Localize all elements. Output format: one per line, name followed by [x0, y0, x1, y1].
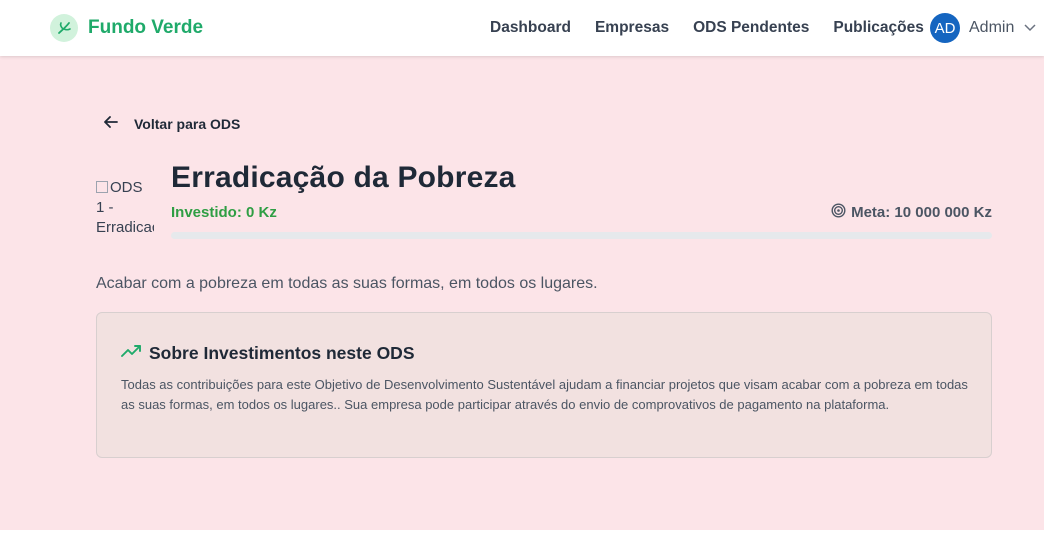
chevron-down-icon	[1024, 24, 1036, 32]
card-text: Todas as contribuições para este Objetiv…	[121, 377, 968, 412]
broken-image-icon	[96, 181, 108, 193]
target-icon	[831, 203, 846, 222]
top-navbar: Fundo Verde Dashboard Empresas ODS Pende…	[0, 0, 1044, 56]
brand-link[interactable]: Fundo Verde	[50, 14, 203, 42]
nav-ods-pendentes[interactable]: ODS Pendentes	[693, 19, 809, 37]
nav-empresas[interactable]: Empresas	[595, 19, 669, 37]
ods-image: ODS 1 - Erradicação da Pobreza	[96, 178, 154, 240]
arrow-left-icon	[104, 115, 118, 133]
nav-dashboard[interactable]: Dashboard	[490, 19, 571, 37]
user-menu[interactable]: AD Admin	[930, 13, 1036, 43]
card-title: Sobre Investimentos neste ODS	[149, 342, 415, 363]
goal-amount: Meta: 10 000 000 Kz	[831, 203, 992, 222]
leaf-icon	[50, 14, 78, 42]
goal-label: Meta: 10 000 000 Kz	[851, 204, 992, 221]
invested-amount: Investido: 0 Kz	[171, 204, 277, 221]
ods-description: Acabar com a pobreza em todas as suas fo…	[96, 275, 598, 292]
back-link-label: Voltar para ODS	[134, 116, 241, 132]
user-name: Admin	[969, 19, 1015, 36]
back-to-ods-link[interactable]: Voltar para ODS	[104, 116, 240, 132]
trending-up-icon	[121, 344, 142, 363]
investment-info-card: Sobre Investimentos neste ODS Todas as c…	[96, 312, 992, 458]
avatar: AD	[930, 13, 960, 43]
brand-name: Fundo Verde	[88, 17, 204, 38]
nav-publicacoes[interactable]: Publicações	[833, 19, 923, 37]
page-title: Erradicação da Pobreza	[171, 161, 516, 194]
main-content: Voltar para ODS ODS 1 - Erradicação da P…	[0, 56, 1044, 530]
investment-progress-bar	[171, 232, 992, 239]
main-nav: Dashboard Empresas ODS Pendentes Publica…	[478, 17, 936, 39]
card-header: Sobre Investimentos neste ODS	[121, 343, 415, 363]
